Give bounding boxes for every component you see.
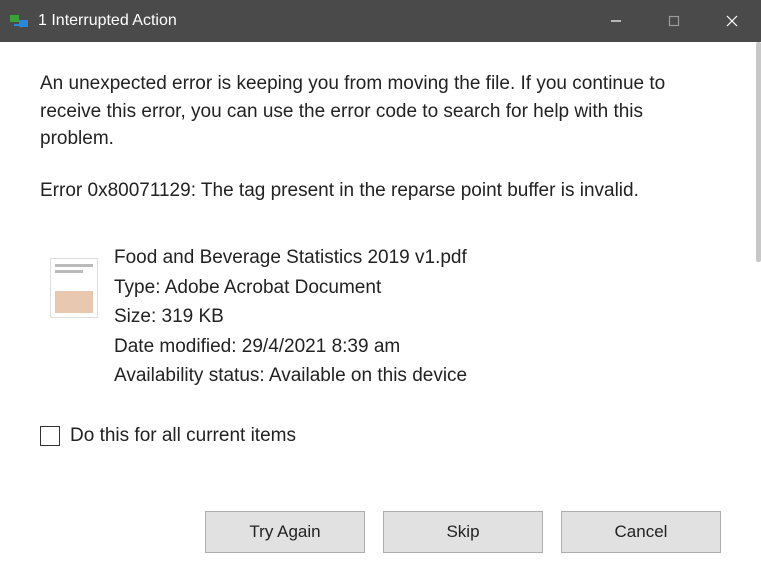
file-thumbnail-icon [50, 258, 98, 318]
file-date: Date modified: 29/4/2021 8:39 am [114, 333, 467, 361]
cancel-button[interactable]: Cancel [561, 511, 721, 553]
window-title: 1 Interrupted Action [38, 12, 587, 30]
apply-all-label: Do this for all current items [70, 422, 296, 450]
file-name: Food and Beverage Statistics 2019 v1.pdf [114, 244, 467, 272]
maximize-button[interactable] [645, 0, 703, 42]
dialog-window: 1 Interrupted Action An unexpected error… [0, 0, 761, 581]
titlebar: 1 Interrupted Action [0, 0, 761, 42]
checkbox-icon[interactable] [40, 426, 60, 446]
button-row: Try Again Skip Cancel [0, 511, 761, 581]
file-details: Food and Beverage Statistics 2019 v1.pdf… [114, 244, 467, 392]
minimize-button[interactable] [587, 0, 645, 42]
file-transfer-icon [10, 14, 30, 28]
error-description: An unexpected error is keeping you from … [40, 70, 721, 153]
window-controls [587, 0, 761, 42]
try-again-button[interactable]: Try Again [205, 511, 365, 553]
file-size: Size: 319 KB [114, 303, 467, 331]
error-code: Error 0x80071129: The tag present in the… [40, 177, 721, 205]
dialog-content: An unexpected error is keeping you from … [0, 42, 761, 511]
file-info: Food and Beverage Statistics 2019 v1.pdf… [50, 244, 721, 392]
apply-all-row[interactable]: Do this for all current items [40, 422, 721, 450]
file-availability: Availability status: Available on this d… [114, 362, 467, 390]
skip-button[interactable]: Skip [383, 511, 543, 553]
file-type: Type: Adobe Acrobat Document [114, 274, 467, 302]
close-button[interactable] [703, 0, 761, 42]
